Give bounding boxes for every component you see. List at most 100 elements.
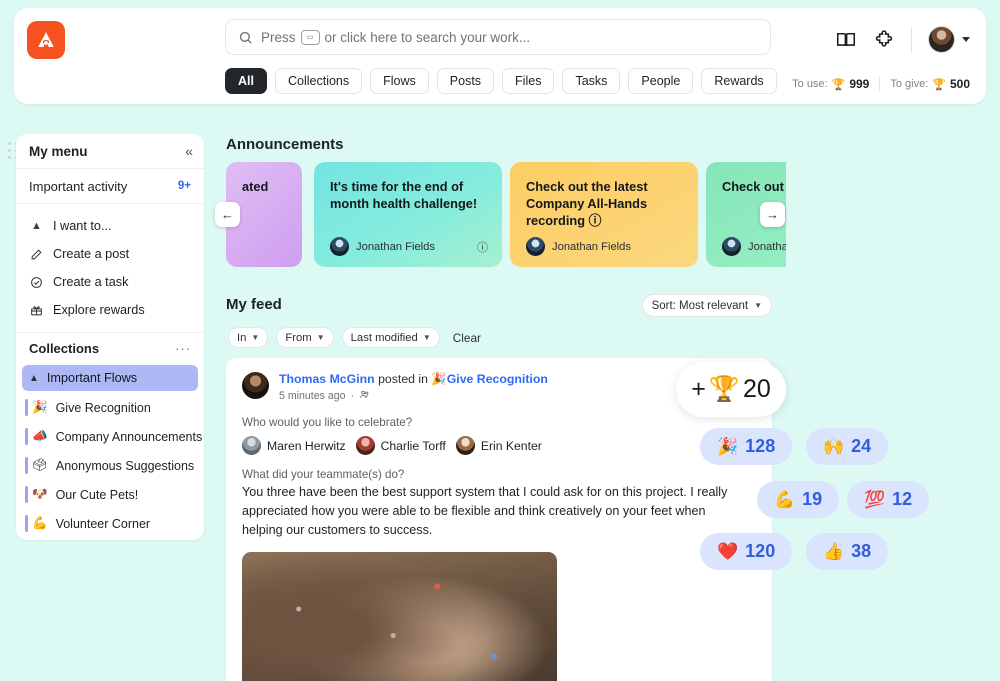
chevron-double-left-icon[interactable]: « — [185, 143, 191, 159]
post-submeta: 5 minutes ago · — [279, 389, 548, 403]
announcement-author: Jonathan Fields — [356, 241, 435, 253]
acme-logo-icon[interactable] — [27, 21, 65, 59]
important-flows-label: Important Flows — [47, 371, 137, 385]
search-input[interactable]: Press ▭ or click here to search your wor… — [225, 19, 771, 55]
top-bar: Press ▭ or click here to search your wor… — [14, 8, 986, 104]
tab-all[interactable]: All — [225, 68, 267, 94]
clear-filters-button[interactable]: Clear — [453, 331, 481, 345]
create-a-task-label: Create a task — [53, 275, 128, 289]
i-want-to-label: I want to... — [53, 219, 112, 233]
filter-from[interactable]: From ▼ — [276, 327, 333, 348]
celebrated-people: Maren Herwitz Charlie Torff Erin Kenter — [242, 436, 756, 455]
app-root: Press ▭ or click here to search your wor… — [0, 0, 1000, 681]
flow-link[interactable]: Give Recognition — [447, 372, 548, 386]
reaction-count: 38 — [851, 541, 871, 562]
sidebar-title: My menu — [29, 144, 88, 159]
announcement-card[interactable]: Check out the latest Company All-Hands r… — [510, 162, 698, 267]
user-menu[interactable] — [928, 26, 970, 53]
carousel-prev-button[interactable]: ← — [215, 202, 240, 227]
to-use-value: 999 — [849, 77, 869, 91]
search-placeholder-pre: Press — [261, 30, 296, 45]
collections-header: Collections ··· — [16, 333, 204, 363]
puzzle-piece-icon[interactable] — [873, 29, 895, 51]
sidebar-item-volunteer-corner[interactable]: 💪 Volunteer Corner — [16, 509, 204, 538]
megaphone-icon: 📣 — [32, 429, 48, 444]
company-announcements-label: Company Announcements — [56, 430, 203, 444]
thumbs-up-reaction[interactable]: 👍 38 — [806, 533, 888, 570]
avatar[interactable] — [242, 372, 269, 399]
tab-rewards[interactable]: Rewards — [701, 68, 776, 94]
trophy-award-badge[interactable]: + 🏆 20 — [676, 362, 786, 417]
sidebar-item-important-flows[interactable]: ▲ Important Flows — [22, 365, 198, 391]
i-want-to-header[interactable]: ▲ I want to... — [16, 212, 204, 240]
reaction-count: 128 — [745, 436, 775, 457]
thumbs-up-icon: 👍 — [823, 543, 844, 560]
person-name: Maren Herwitz — [267, 439, 346, 453]
hundred-points-reaction[interactable]: 💯 12 — [847, 481, 929, 518]
chevron-down-icon: ▼ — [423, 333, 431, 342]
sidebar: My menu « Important activity 9+ ▲ I want… — [16, 134, 204, 540]
raised-hands-icon: 🙌 — [823, 438, 844, 455]
sidebar-item-explore-rewards[interactable]: Explore rewards — [16, 296, 204, 324]
announcement-author: Jonathan Fields — [552, 241, 631, 253]
party-popper-reaction[interactable]: 🎉 128 — [700, 428, 792, 465]
sidebar-item-our-cute-pets[interactable]: 🐶 Our Cute Pets! — [16, 480, 204, 509]
avatar — [928, 26, 955, 53]
post-image[interactable] — [242, 552, 557, 681]
sidebar-item-anonymous-suggestions[interactable]: 🗳 Anonymous Suggestions — [16, 451, 204, 480]
avatar — [330, 237, 349, 256]
to-give-value: 500 — [950, 77, 970, 91]
tab-people[interactable]: People — [628, 68, 693, 94]
tab-collections[interactable]: Collections — [275, 68, 362, 94]
person-chip[interactable]: Erin Kenter — [456, 436, 542, 455]
person-chip[interactable]: Charlie Torff — [356, 436, 446, 455]
anonymous-suggestions-label: Anonymous Suggestions — [56, 459, 194, 473]
activity-badge: 9+ — [178, 180, 191, 192]
filter-in[interactable]: In ▼ — [228, 327, 268, 348]
post-body: You three have been the best support sys… — [242, 483, 742, 540]
points-divider — [879, 77, 880, 91]
tab-flows[interactable]: Flows — [370, 68, 429, 94]
avatar — [356, 436, 375, 455]
post-question-2: What did your teammate(s) do? — [242, 468, 756, 481]
sort-dropdown[interactable]: Sort: Most relevant ▼ — [642, 294, 772, 317]
sort-label: Sort: Most relevant — [652, 300, 749, 312]
avatar — [526, 237, 545, 256]
red-heart-reaction[interactable]: ❤️ 120 — [700, 533, 792, 570]
sidebar-item-company-announcements[interactable]: 📣 Company Announcements — [16, 422, 204, 451]
filter-last-modified[interactable]: Last modified ▼ — [342, 327, 440, 348]
post-author-link[interactable]: Thomas McGinn — [279, 372, 375, 386]
give-recognition-label: Give Recognition — [56, 401, 151, 415]
sidebar-item-give-recognition[interactable]: 🎉 Give Recognition — [16, 393, 204, 422]
announcements-title: Announcements — [226, 136, 344, 153]
create-a-post-label: Create a post — [53, 247, 129, 261]
to-use-label: To use: — [792, 78, 827, 90]
ellipsis-icon[interactable]: ··· — [175, 341, 191, 356]
trophy-award-value: 20 — [743, 375, 771, 404]
check-circle-icon — [29, 276, 44, 289]
announcement-text: It's time for the end of month health ch… — [330, 178, 486, 212]
sidebar-item-create-a-post[interactable]: Create a post — [16, 240, 204, 268]
book-icon[interactable] — [835, 29, 857, 51]
tab-files[interactable]: Files — [502, 68, 554, 94]
collections-section: Collections ··· ▲ Important Flows 🎉 Give… — [16, 333, 204, 538]
tab-tasks[interactable]: Tasks — [562, 68, 620, 94]
points-summary: To use: 🏆 999 To give: 🏆 500 — [792, 77, 970, 91]
tab-posts[interactable]: Posts — [437, 68, 494, 94]
sidebar-item-create-a-task[interactable]: Create a task — [16, 268, 204, 296]
chevron-down-icon: ▼ — [754, 301, 762, 310]
info-icon[interactable]: ⓘ — [477, 239, 488, 255]
carousel-next-button[interactable]: → — [760, 202, 785, 227]
post-timestamp: 5 minutes ago — [279, 390, 346, 402]
filter-from-label: From — [285, 332, 311, 344]
sidebar-item-important-activity[interactable]: Important activity 9+ — [16, 169, 204, 204]
i-want-to-section: ▲ I want to... Create a post Create a ta… — [16, 204, 204, 333]
flexed-biceps-reaction[interactable]: 💪 19 — [757, 481, 839, 518]
our-cute-pets-label: Our Cute Pets! — [56, 488, 139, 502]
person-name: Erin Kenter — [481, 439, 542, 453]
reaction-count: 12 — [892, 489, 912, 510]
raised-hands-reaction[interactable]: 🙌 24 — [806, 428, 888, 465]
announcement-card[interactable]: It's time for the end of month health ch… — [314, 162, 502, 267]
chevron-down-icon: ▼ — [317, 333, 325, 342]
person-chip[interactable]: Maren Herwitz — [242, 436, 346, 455]
